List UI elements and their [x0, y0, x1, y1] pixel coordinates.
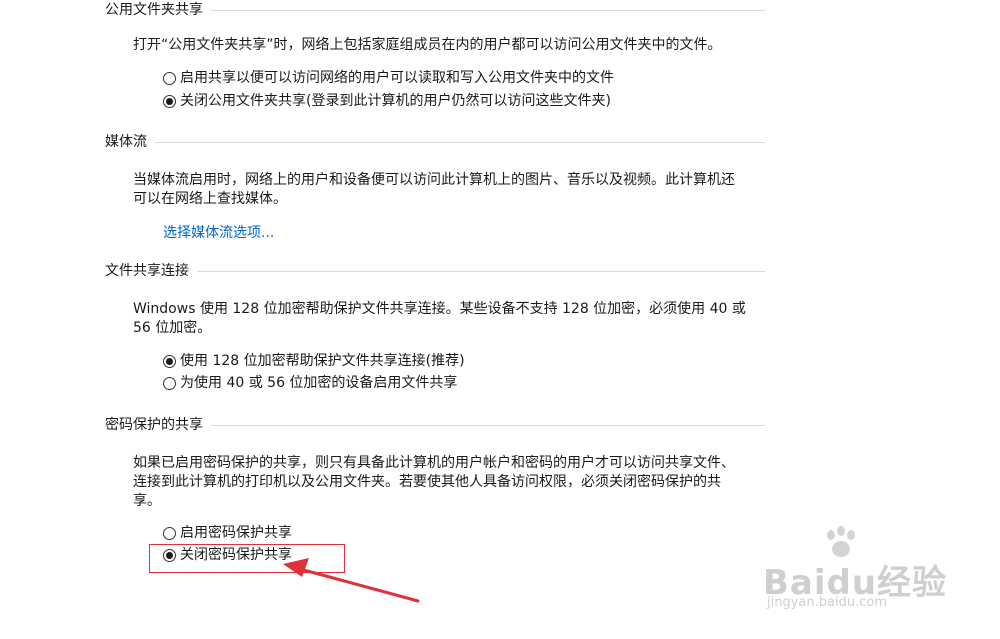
baidu-watermark: Baidu经验 jingyan.baidu.com — [763, 525, 963, 625]
watermark-url: jingyan.baidu.com — [767, 595, 887, 610]
paw-icon — [827, 526, 855, 557]
